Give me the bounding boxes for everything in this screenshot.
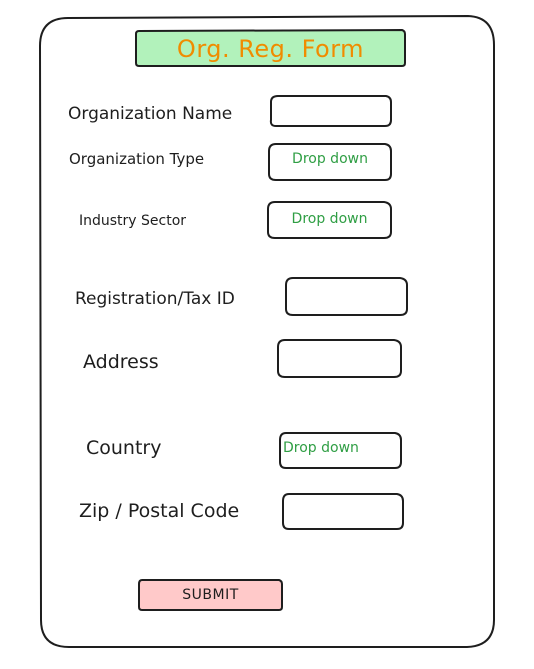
organization-type-label: Organization Type (69, 150, 205, 168)
address-input[interactable] (278, 340, 401, 377)
registration-tax-id-label: Registration/Tax ID (75, 289, 235, 309)
sketch-outlines (38, 14, 495, 648)
zip-postal-code-label: Zip / Postal Code (79, 500, 240, 522)
address-label: Address (83, 351, 159, 373)
form-title: Org. Reg. Form (176, 34, 365, 63)
organization-type-dropdown[interactable]: Drop down (269, 144, 391, 174)
zip-postal-code-input[interactable] (283, 494, 403, 529)
industry-sector-label: Industry Sector (79, 213, 187, 229)
country-label: Country (86, 437, 162, 459)
country-dropdown[interactable]: Drop down (280, 433, 370, 463)
submit-button[interactable]: SUBMIT (139, 580, 282, 610)
organization-name-label: Organization Name (68, 104, 233, 124)
registration-tax-id-input[interactable] (286, 278, 407, 315)
industry-sector-dropdown[interactable]: Drop down (268, 202, 391, 236)
organization-name-input[interactable] (271, 96, 391, 126)
